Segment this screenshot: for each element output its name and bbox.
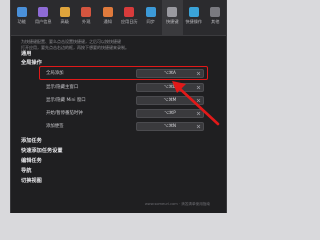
annotation-arrow-icon: [172, 81, 220, 126]
preferences-window: 功能 用户信息 高级 外观 通知 应用日历 同步 快捷键 快捷操作 其他 为快捷键配置、要么点击设…: [10, 0, 227, 213]
watermark: www.someurl.com · 滴答清单使用指南: [144, 202, 210, 206]
